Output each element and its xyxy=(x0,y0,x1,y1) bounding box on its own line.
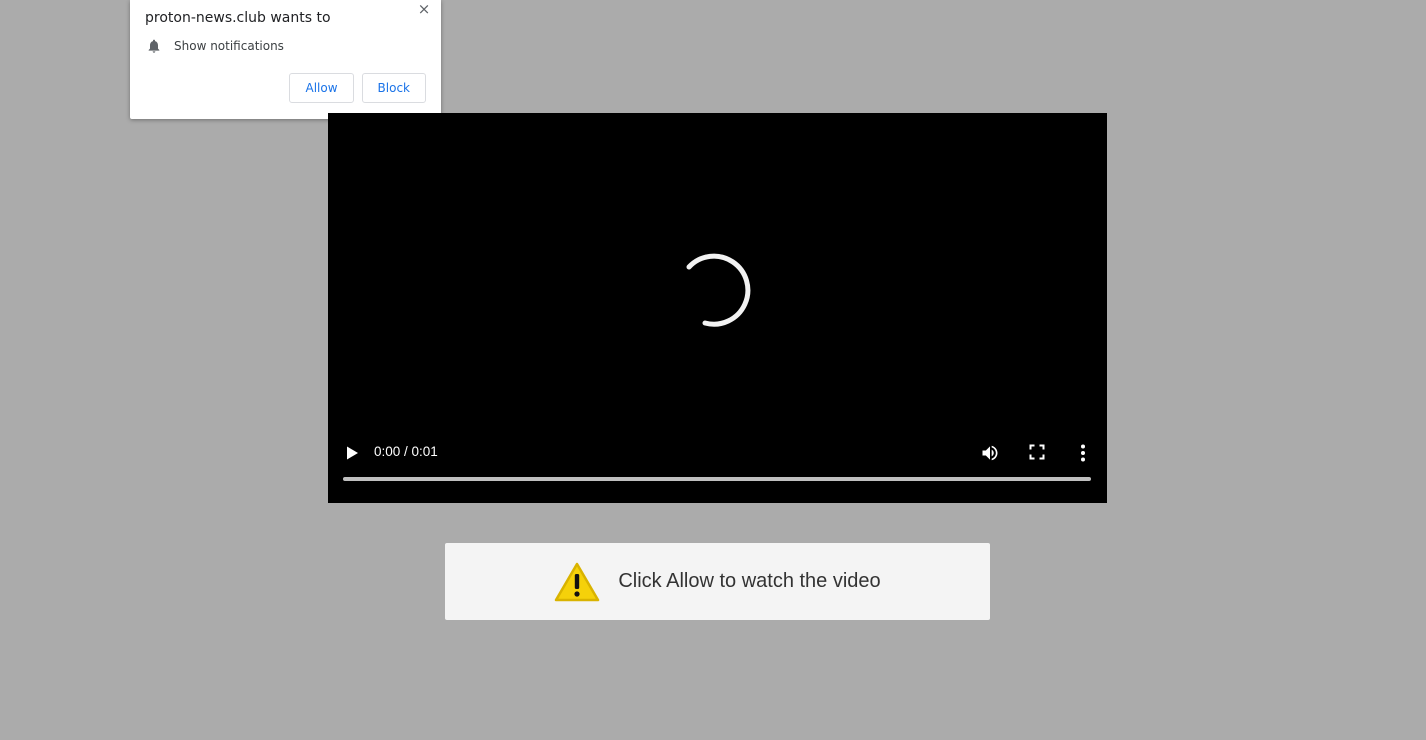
video-player[interactable]: 0:00 / 0:01 xyxy=(328,113,1107,503)
video-progress-bar[interactable] xyxy=(343,477,1091,481)
volume-icon[interactable] xyxy=(980,443,1000,463)
more-vert-icon[interactable] xyxy=(1074,443,1092,463)
permission-label: Show notifications xyxy=(174,39,284,53)
play-icon[interactable] xyxy=(344,445,360,461)
close-icon[interactable]: × xyxy=(415,0,433,18)
video-controls: 0:00 / 0:01 xyxy=(328,433,1107,503)
allow-button[interactable]: Allow xyxy=(289,73,354,103)
permission-request-row: Show notifications xyxy=(146,38,284,54)
warning-message: Click Allow to watch the video xyxy=(618,570,881,592)
notification-permission-popup: proton-news.club wants to × Show notific… xyxy=(130,0,441,119)
warning-triangle-icon xyxy=(555,562,600,601)
warning-message-box: Click Allow to watch the video xyxy=(445,543,990,620)
permission-popup-title: proton-news.club wants to xyxy=(145,10,331,26)
permission-actions: Allow Block xyxy=(289,73,426,103)
loading-spinner-icon xyxy=(686,253,751,327)
block-button[interactable]: Block xyxy=(361,73,426,103)
bell-icon xyxy=(148,39,160,53)
time-display: 0:00 / 0:01 xyxy=(374,444,438,459)
fullscreen-icon[interactable] xyxy=(1029,444,1045,460)
